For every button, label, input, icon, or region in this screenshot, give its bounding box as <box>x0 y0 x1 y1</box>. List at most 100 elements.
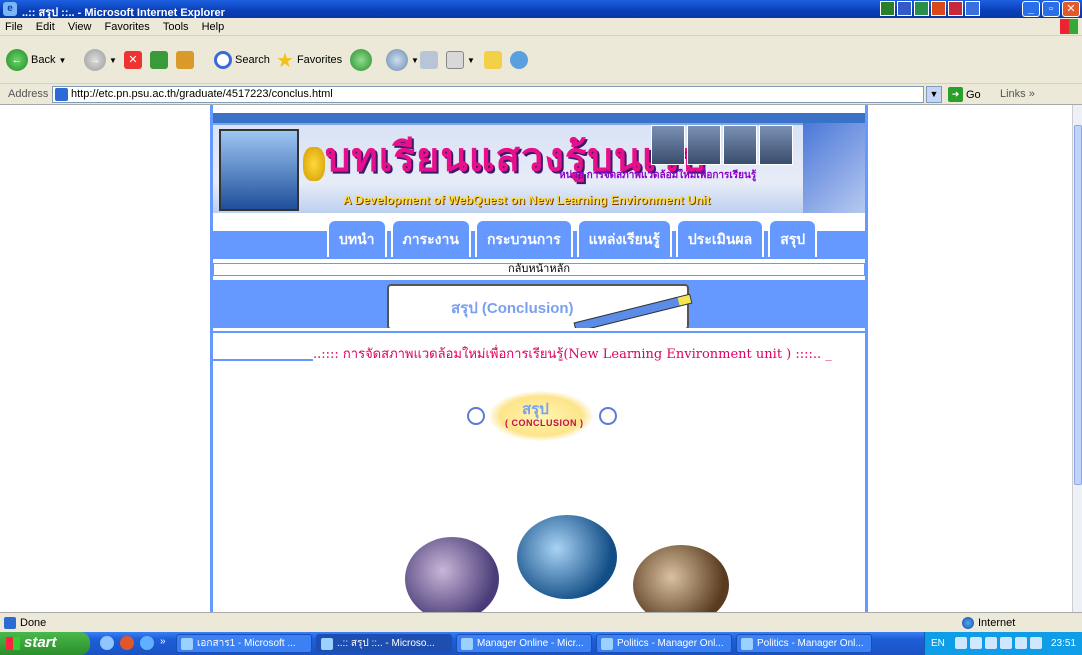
windows-logo-icon <box>6 637 20 650</box>
edit-icon <box>446 51 464 69</box>
banner-photo <box>651 125 685 165</box>
menu-favorites[interactable]: Favorites <box>100 18 155 33</box>
banner-photos <box>651 125 793 165</box>
messenger-button[interactable] <box>510 48 528 72</box>
tray-icon[interactable] <box>955 637 967 649</box>
photo-library <box>633 545 729 612</box>
ie-quicklaunch-icon[interactable] <box>100 636 114 650</box>
address-dropdown[interactable]: ▼ <box>926 86 942 103</box>
section-title: สรุป (Conclusion) <box>451 300 574 317</box>
menu-view[interactable]: View <box>63 18 97 33</box>
ie-icon: e <box>3 2 17 16</box>
app-quicklaunch-icon[interactable] <box>120 636 134 650</box>
page-container: บทเรียนแสวงรู้บนเว็บ หน่วย การจัดสภาพแวด… <box>210 105 868 612</box>
page-icon <box>4 617 16 629</box>
home-link[interactable]: กลับหน้าหลัก <box>213 263 865 276</box>
tray-icon[interactable] <box>1015 637 1027 649</box>
window-titlebar[interactable]: e ..:: สรุป ::.. - Microsoft Internet Ex… <box>0 0 1082 19</box>
windows-logo-icon <box>1060 19 1078 34</box>
banner-english-title: A Development of WebQuest on New Learnin… <box>343 193 711 207</box>
taskbar-item-manager[interactable]: Manager Online - Micr... <box>456 634 592 653</box>
tab-resources[interactable]: แหล่งเรียนรู้ <box>576 219 672 257</box>
acrobat-icon[interactable] <box>948 1 963 16</box>
print-button[interactable] <box>420 48 438 72</box>
tab-process[interactable]: กระบวนการ <box>474 219 573 257</box>
home-icon <box>176 51 194 69</box>
excel-icon[interactable] <box>914 1 929 16</box>
nav-bar: บทนำ ภาระงาน กระบวนการ แหล่งเรียนรู้ ประ… <box>213 215 865 259</box>
tray-icon[interactable] <box>1000 637 1012 649</box>
section-header-band: สรุป (Conclusion) <box>213 280 865 333</box>
site-banner: บทเรียนแสวงรู้บนเว็บ หน่วย การจัดสภาพแวด… <box>213 113 865 213</box>
tab-evaluation[interactable]: ประเมินผล <box>675 219 765 257</box>
links-label: Links <box>1000 88 1026 100</box>
globe-icon <box>962 617 974 629</box>
stop-button[interactable]: ✕ <box>124 48 142 72</box>
close-button[interactable]: ✕ <box>1062 1 1080 17</box>
taskbar-item-conclusion[interactable]: ..:: สรุป ::.. - Microso... <box>316 634 452 653</box>
back-button[interactable]: ← Back ▼ <box>6 48 66 72</box>
taskbar: start » เอกสาร1 - Microsoft ... ..:: สรุ… <box>0 632 1082 655</box>
menu-file[interactable]: File <box>0 18 28 33</box>
system-tray: EN 23:51 <box>924 632 1082 655</box>
start-button[interactable]: start <box>0 632 90 655</box>
tray-icon[interactable] <box>985 637 997 649</box>
home-button[interactable] <box>176 48 194 72</box>
printer-icon <box>420 51 438 69</box>
menu-tools[interactable]: Tools <box>158 18 194 33</box>
stop-icon: ✕ <box>124 51 142 69</box>
history-button[interactable] <box>350 48 372 72</box>
vertical-scrollbar[interactable] <box>1072 105 1082 612</box>
status-text: Done <box>20 617 47 629</box>
address-input[interactable]: http://etc.pn.psu.ac.th/graduate/4517223… <box>52 86 924 103</box>
quicklaunch-more-icon[interactable]: » <box>160 636 166 650</box>
scrollbar-thumb[interactable] <box>1074 125 1082 485</box>
links-button[interactable]: Links » <box>1000 88 1035 100</box>
taskbar-item-politics-2[interactable]: Politics - Manager Onl... <box>736 634 872 653</box>
search-button[interactable]: Search <box>214 48 270 72</box>
quick-launch: » <box>100 636 166 650</box>
maximize-button[interactable]: ▫ <box>1042 1 1060 17</box>
ie-quicklaunch-icon-2[interactable] <box>140 636 154 650</box>
tray-icon[interactable] <box>970 637 982 649</box>
edit-button[interactable]: ▼ <box>446 48 475 72</box>
menu-help[interactable]: Help <box>197 18 230 33</box>
language-indicator[interactable]: EN <box>931 638 945 649</box>
favorites-button[interactable]: ★ Favorites <box>276 48 342 72</box>
tab-conclusion[interactable]: สรุป <box>768 219 818 257</box>
powerpoint-icon[interactable] <box>931 1 946 16</box>
page-viewport: บทเรียนแสวงรู้บนเว็บ หน่วย การจัดสภาพแวด… <box>0 105 1072 612</box>
chevron-down-icon: ▼ <box>467 55 475 65</box>
mail-icon <box>386 49 408 71</box>
menu-edit[interactable]: Edit <box>31 18 60 33</box>
marquee-left-edge <box>213 343 313 361</box>
forward-button[interactable]: → ▼ <box>84 48 117 72</box>
app-icon-2[interactable] <box>965 1 980 16</box>
titlebar-app-icons <box>880 1 980 16</box>
menu-bar: File Edit View Favorites Tools Help <box>0 18 1082 36</box>
word-icon[interactable] <box>897 1 912 16</box>
divider-line <box>213 331 865 333</box>
minimize-button[interactable]: _ <box>1022 1 1040 17</box>
tab-task[interactable]: ภาระงาน <box>390 219 471 257</box>
target-icon <box>599 407 617 425</box>
chevron-down-icon: ▼ <box>109 55 117 65</box>
tab-introduction[interactable]: บทนำ <box>327 219 387 257</box>
conclusion-badge: สรุป ( CONCLUSION ) <box>467 387 617 443</box>
search-icon <box>214 51 232 69</box>
taskbar-item-politics-1[interactable]: Politics - Manager Onl... <box>596 634 732 653</box>
target-icon <box>467 407 485 425</box>
chevron-down-icon: ▼ <box>411 55 419 65</box>
go-button[interactable]: ➜ Go <box>948 87 981 102</box>
mail-button[interactable]: ▼ <box>386 48 419 72</box>
address-bar: Address http://etc.pn.psu.ac.th/graduate… <box>0 84 1082 105</box>
taskbar-item-word[interactable]: เอกสาร1 - Microsoft ... <box>176 634 312 653</box>
address-url: http://etc.pn.psu.ac.th/graduate/4517223… <box>71 88 333 100</box>
go-label: Go <box>966 88 981 101</box>
star-icon: ★ <box>276 49 294 72</box>
app-icon[interactable] <box>880 1 895 16</box>
folder-button[interactable] <box>484 48 502 72</box>
scrolling-marquee: ..:::: การจัดสภาพแวดล้อมใหม่เพื่อการเรีย… <box>313 347 832 361</box>
tray-icon[interactable] <box>1030 637 1042 649</box>
refresh-button[interactable] <box>150 48 168 72</box>
